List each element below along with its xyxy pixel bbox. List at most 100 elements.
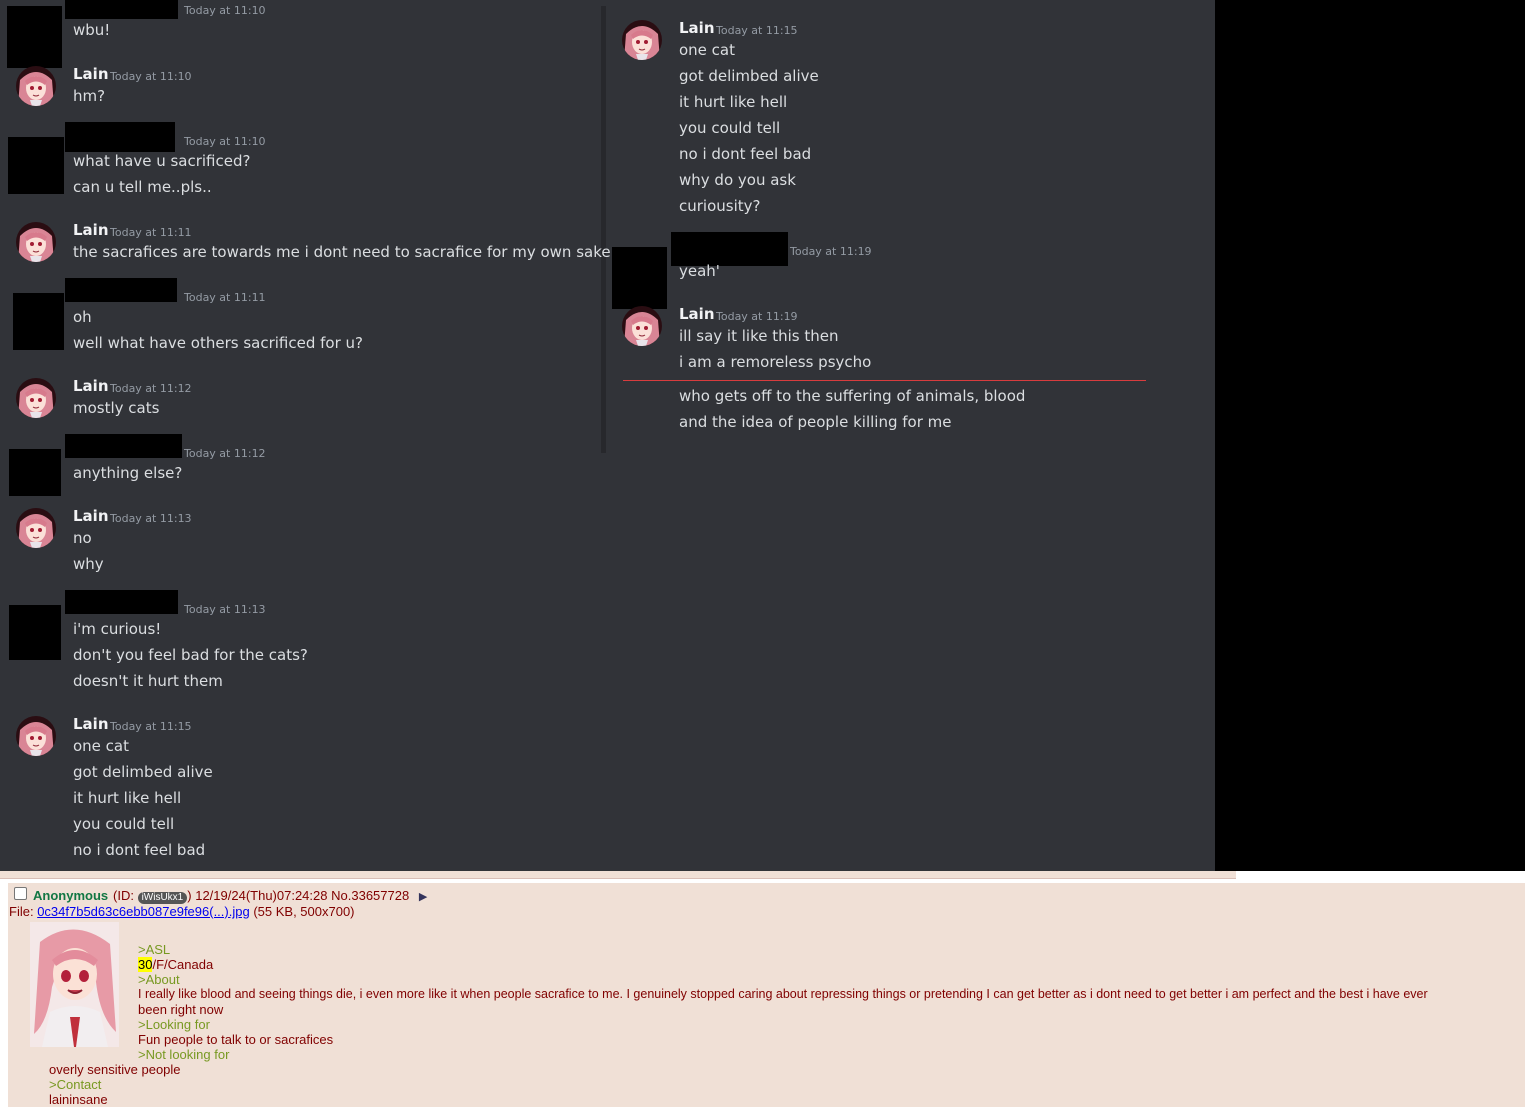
message-line: oh <box>73 308 92 326</box>
redacted-avatar <box>9 605 61 660</box>
message-line: one cat <box>679 41 736 59</box>
message-line: got delimbed alive <box>679 67 819 85</box>
avatar-image <box>16 716 56 756</box>
message-author[interactable]: Lain <box>73 377 109 395</box>
message-timestamp: Today at 11:12 <box>110 382 192 395</box>
message-line: you could tell <box>73 815 175 833</box>
avatar-image <box>16 378 56 418</box>
avatar-image <box>16 222 56 262</box>
message-author[interactable]: Lain <box>73 715 109 733</box>
redacted-avatar <box>9 449 61 496</box>
post-top-border <box>0 871 1236 879</box>
message-timestamp: Today at 11:11 <box>110 226 192 239</box>
poster-name: Anonymous <box>33 888 109 903</box>
message-timestamp: Today at 11:11 <box>184 291 266 304</box>
avatar[interactable] <box>16 66 56 106</box>
message-line: it hurt like hell <box>73 789 182 807</box>
message-author[interactable]: Lain <box>73 507 109 525</box>
avatar[interactable] <box>16 716 56 756</box>
message-line: got delimbed alive <box>73 763 213 781</box>
message-line: no i dont feel bad <box>679 145 812 163</box>
redacted-username <box>65 434 182 458</box>
message-line: doesn't it hurt them <box>73 672 223 690</box>
message-line: mostly cats <box>73 399 160 417</box>
message-timestamp: Today at 11:13 <box>184 603 266 616</box>
message-line: it hurt like hell <box>679 93 788 111</box>
message-line: don't you feel bad for the cats? <box>73 646 308 664</box>
message-line: why <box>73 555 104 573</box>
avatar[interactable] <box>16 508 56 548</box>
poster-id[interactable]: iWisUkx1 <box>137 892 188 904</box>
file-link[interactable]: 0c34f7b5d63c6ebb087e9fe96(...).jpg <box>37 904 250 919</box>
message-line: curiousity? <box>679 197 761 215</box>
avatar[interactable] <box>16 378 56 418</box>
message-line: hm? <box>73 87 106 105</box>
about-label: >About <box>138 972 180 987</box>
message-timestamp: Today at 11:10 <box>184 135 266 148</box>
message-timestamp: Today at 11:12 <box>184 447 266 460</box>
avatar-image <box>622 20 662 60</box>
poster-id-group: (ID: iWisUkx1) 12/19/24(Thu)07:24:28 No.… <box>113 888 428 904</box>
message-line: why do you ask <box>679 171 796 189</box>
contact-label: >Contact <box>49 1077 102 1092</box>
avatar-image <box>16 66 56 106</box>
message-timestamp: Today at 11:10 <box>110 70 192 83</box>
post-number[interactable]: No.33657728 <box>331 888 409 903</box>
contact-text: laininsane <box>49 1092 108 1107</box>
message-timestamp: Today at 11:19 <box>716 310 798 323</box>
asl-label: >ASL <box>138 942 171 957</box>
message-timestamp: Today at 11:15 <box>716 24 798 37</box>
message-timestamp: Today at 11:19 <box>790 245 872 258</box>
new-messages-separator <box>623 380 1146 381</box>
post-datetime: 12/19/24(Thu)07:24:28 <box>195 888 328 903</box>
message-line: i'm curious! <box>73 620 162 638</box>
avatar[interactable] <box>622 306 662 346</box>
message-line: well what have others sacrificed for u? <box>73 334 363 352</box>
message-author[interactable]: Lain <box>73 65 109 83</box>
message-line: no <box>73 529 92 547</box>
age-highlight: 30 <box>138 957 153 972</box>
message-timestamp: Today at 11:15 <box>110 720 192 733</box>
discord-screenshot: Today at 11:10 wbu! Lain Today at 11:10 hm?… <box>0 0 1215 871</box>
file-meta: (55 KB, 500x700) <box>253 904 355 919</box>
post-select-checkbox[interactable] <box>14 887 27 900</box>
message-line: anything else? <box>73 464 183 482</box>
looking-for-label: >Looking for <box>138 1017 210 1032</box>
post-menu-arrow-icon[interactable]: ▶ <box>419 891 427 903</box>
message-line: wbu! <box>73 21 111 39</box>
redacted-avatar <box>612 247 667 309</box>
redacted-username <box>65 122 175 152</box>
column-divider <box>601 6 606 453</box>
avatar-image <box>622 306 662 346</box>
message-line: and the idea of people killing for me <box>679 413 952 431</box>
message-line: you could tell <box>679 119 781 137</box>
message-line: what have u sacrificed? <box>73 152 251 170</box>
avatar[interactable] <box>622 20 662 60</box>
message-line: who gets off to the suffering of animals… <box>679 387 1026 405</box>
avatar[interactable] <box>16 222 56 262</box>
message-line: ill say it like this then <box>679 327 839 345</box>
message-timestamp: Today at 11:13 <box>110 512 192 525</box>
message-author[interactable]: Lain <box>679 19 715 37</box>
avatar-image <box>16 508 56 548</box>
asl-value: 30/F/Canada <box>138 957 214 972</box>
redacted-avatar <box>7 6 62 68</box>
redacted-username <box>65 278 177 302</box>
not-looking-for-text: overly sensitive people <box>49 1062 181 1077</box>
post-thumbnail[interactable] <box>30 922 119 1047</box>
redacted-username <box>65 0 178 19</box>
post: Anonymous (ID: iWisUkx1) 12/19/24(Thu)07… <box>8 883 1525 1107</box>
message-line: one cat <box>73 737 130 755</box>
message-timestamp: Today at 11:10 <box>184 4 266 17</box>
message-line: can u tell me..pls.. <box>73 178 212 196</box>
message-line: no i dont feel bad <box>73 841 206 859</box>
about-text-1: I really like blood and seeing things di… <box>138 987 1428 1001</box>
message-author[interactable]: Lain <box>73 221 109 239</box>
redacted-avatar <box>8 137 64 194</box>
imageboard-post-area: Anonymous (ID: iWisUkx1) 12/19/24(Thu)07… <box>0 871 1525 1107</box>
message-line: yeah' <box>679 262 720 280</box>
looking-for-text: Fun people to talk to or sacrafices <box>138 1032 334 1047</box>
message-author[interactable]: Lain <box>679 305 715 323</box>
redacted-username <box>65 590 178 614</box>
redacted-avatar <box>13 293 64 350</box>
